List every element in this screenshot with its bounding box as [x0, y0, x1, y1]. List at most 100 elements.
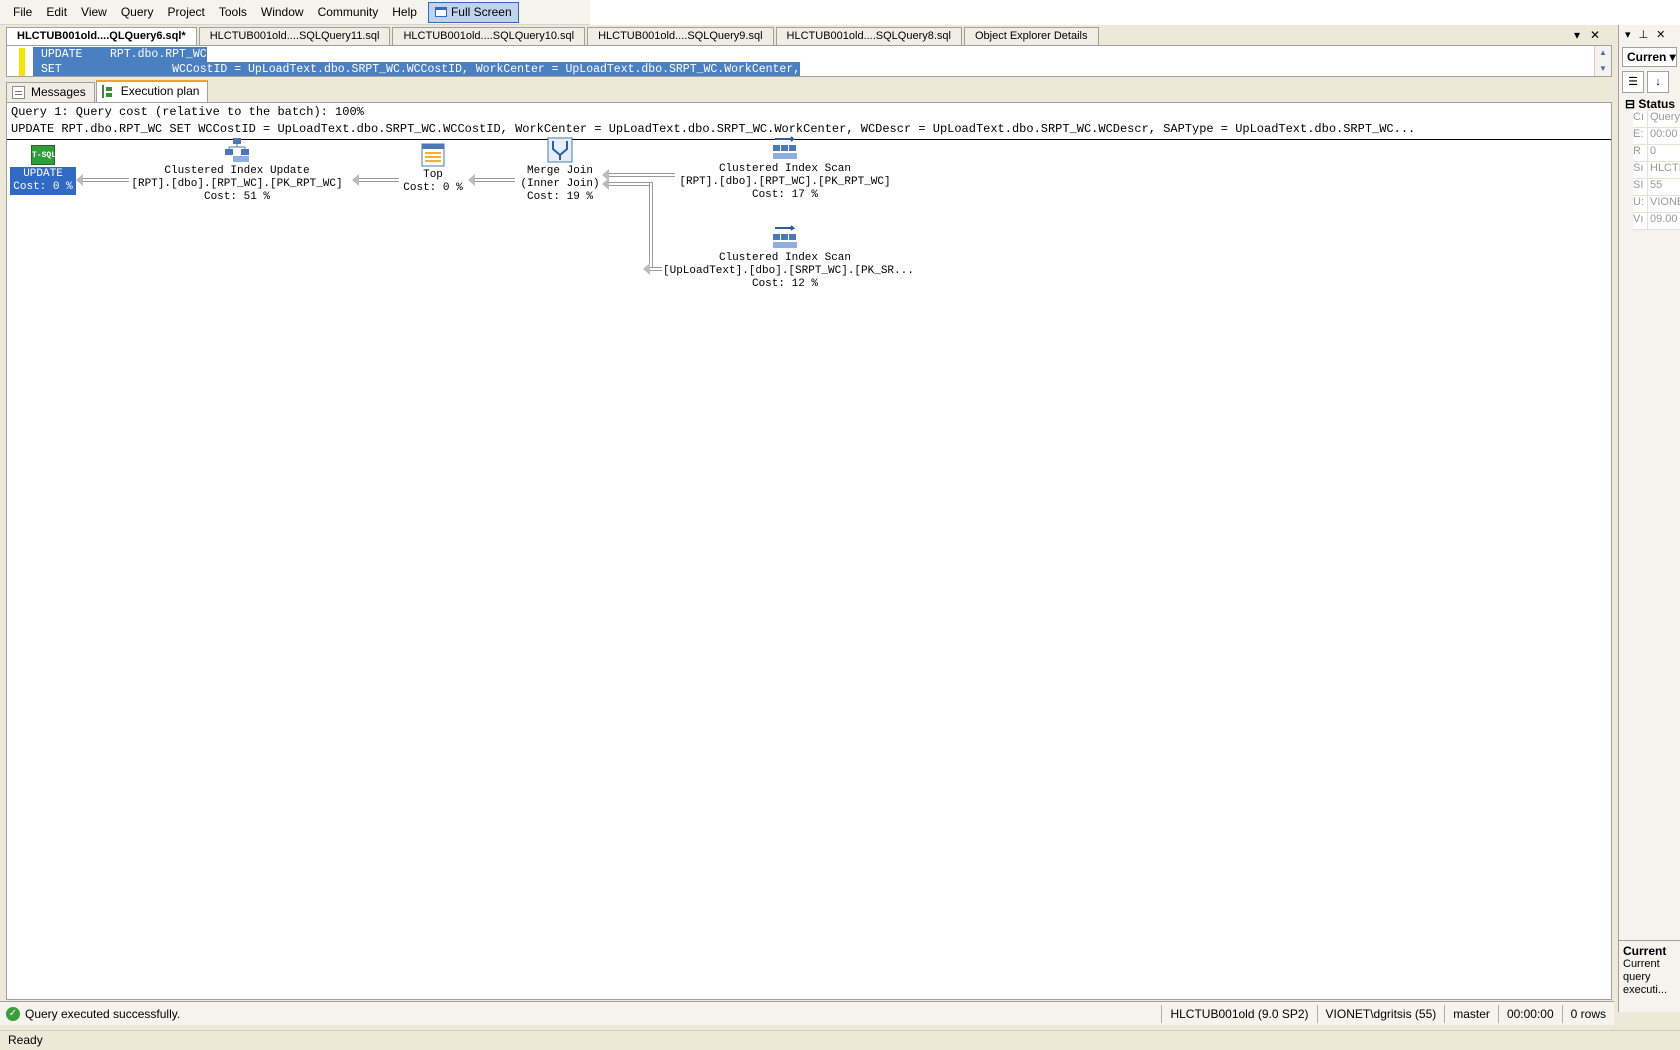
- messages-icon: [12, 86, 25, 99]
- results-tabs: Messages Execution plan: [6, 80, 209, 102]
- plan-node-clustered-index-update[interactable]: Clustered Index Update [RPT].[dbo].[RPT_…: [127, 137, 347, 204]
- update-node-name: UPDATE: [23, 168, 63, 180]
- merge-join-name: Merge Join: [526, 165, 593, 177]
- server-name: HLCTUB001old (9.0 SP2): [1161, 1004, 1316, 1023]
- doc-tab-query10[interactable]: HLCTUB001old....SQLQuery10.sql: [392, 27, 586, 45]
- plan-arrow: [602, 169, 675, 181]
- alphabetical-icon[interactable]: ↓: [1647, 71, 1669, 93]
- property-key: Sı: [1633, 162, 1647, 178]
- doc-tab-query6[interactable]: HLCTUB001old....QLQuery6.sql*: [6, 27, 197, 45]
- scroll-down-icon[interactable]: ▼: [1599, 64, 1607, 73]
- plan-arrow: [468, 174, 515, 186]
- property-value: 55: [1647, 179, 1680, 195]
- tab-messages[interactable]: Messages: [6, 82, 95, 102]
- menu-file[interactable]: File: [6, 2, 39, 22]
- plan-node-clustered-index-scan-2[interactable]: Clustered Index Scan [UpLoadText].[dbo].…: [663, 224, 914, 291]
- full-screen-button[interactable]: Full Screen: [427, 1, 519, 23]
- menu-window[interactable]: Window: [254, 2, 311, 22]
- plan-node-top[interactable]: Top Cost: 0 %: [399, 143, 467, 195]
- plan-arrow: [76, 174, 129, 186]
- ci-update-cost: Cost: 51 %: [203, 191, 270, 203]
- properties-category-label: Status: [1638, 97, 1676, 111]
- update-node-label: UPDATE Cost: 0 %: [10, 167, 76, 195]
- top-icon: [421, 143, 445, 167]
- menu-tools[interactable]: Tools: [212, 2, 254, 22]
- property-key: E:: [1633, 128, 1647, 144]
- property-row[interactable]: U:VIONE: [1633, 196, 1680, 213]
- merge-join-cost: Cost: 19 %: [526, 191, 593, 203]
- plan-node-update[interactable]: T-SQL UPDATE Cost: 0 %: [9, 145, 77, 195]
- document-tabs: HLCTUB001old....QLQuery6.sql* HLCTUB001o…: [6, 27, 1614, 45]
- property-value: 09.00: [1647, 213, 1680, 229]
- scan2-object: [UpLoadText].[dbo].[SRPT_WC].[PK_SR...: [663, 265, 914, 277]
- window-icon: [434, 7, 447, 17]
- property-key: U:: [1633, 196, 1647, 212]
- property-row[interactable]: R0: [1633, 145, 1680, 162]
- elapsed-time: 00:00:00: [1497, 1004, 1562, 1023]
- editor-scrollbar[interactable]: ▲ ▼: [1594, 46, 1611, 76]
- menu-view[interactable]: View: [74, 2, 114, 22]
- merge-join-icon: [547, 137, 573, 163]
- plan-node-clustered-index-scan-1[interactable]: Clustered Index Scan [RPT].[dbo].[RPT_WC…: [675, 135, 895, 202]
- property-row[interactable]: Sı HLCTI: [1633, 162, 1680, 179]
- properties-category[interactable]: ⊟ Status: [1619, 97, 1680, 111]
- menu-edit[interactable]: Edit: [39, 2, 74, 22]
- property-value: 0: [1647, 145, 1680, 161]
- menu-community[interactable]: Community: [311, 2, 386, 22]
- clustered-index-scan-icon: [773, 225, 797, 248]
- clustered-index-update-icon: [225, 138, 249, 162]
- ci-update-object: [RPT].[dbo].[RPT_WC].[PK_RPT_WC]: [131, 178, 343, 190]
- property-value: HLCTI: [1647, 162, 1680, 178]
- properties-panel: ▾ ⊥ ✕ Curren ▾ ☰ ↓ ⊟ Status Cı Query E: 00…: [1618, 25, 1680, 1012]
- menu-help[interactable]: Help: [385, 2, 424, 22]
- property-row[interactable]: SI 55: [1633, 179, 1680, 196]
- scan1-object: [RPT].[dbo].[RPT_WC].[PK_RPT_WC]: [679, 176, 891, 188]
- menu-query[interactable]: Query: [114, 2, 161, 22]
- query-status-bar: ✓ Query executed successfully. HLCTUB001…: [0, 1001, 1614, 1025]
- execution-plan-pane[interactable]: Query 1: Query cost (relative to the bat…: [6, 102, 1612, 1000]
- scan1-name: Clustered Index Scan: [718, 163, 852, 175]
- property-value: Query: [1647, 111, 1680, 127]
- properties-panel-header: ▾ ⊥ ✕: [1619, 25, 1680, 43]
- tab-dropdown-icon[interactable]: ▾: [1574, 28, 1580, 42]
- sql-editor[interactable]: UPDATE RPT.dbo.RPT_WC SET WCCostID = UpL…: [6, 45, 1612, 77]
- scroll-up-icon[interactable]: ▲: [1599, 48, 1607, 57]
- plan-arrow-connector: [643, 263, 662, 275]
- doc-tab-query9[interactable]: HLCTUB001old....SQLQuery9.sql: [587, 27, 774, 45]
- menu-project[interactable]: Project: [161, 2, 212, 22]
- top-cost: Cost: 0 %: [403, 182, 463, 194]
- tab-controls: ▾ ✕: [1574, 28, 1600, 42]
- property-description: Current Current query executi...: [1619, 940, 1680, 1012]
- tab-execution-plan[interactable]: Execution plan: [95, 80, 209, 102]
- doc-tab-object-explorer-details[interactable]: Object Explorer Details: [964, 27, 1099, 45]
- close-icon[interactable]: ✕: [1656, 28, 1665, 41]
- property-key: Vı: [1633, 213, 1647, 229]
- close-icon[interactable]: ✕: [1590, 28, 1600, 42]
- code-line-2: SET WCCostID = UpLoadText.dbo.SRPT_WC.WC…: [33, 62, 801, 76]
- database-name: master: [1444, 1004, 1498, 1023]
- plan-node-merge-join[interactable]: Merge Join (Inner Join) Cost: 19 %: [515, 137, 605, 204]
- tsql-icon: T-SQL: [31, 145, 56, 165]
- property-row[interactable]: E: 00:00: [1633, 128, 1680, 145]
- plan-arrow-connector: [649, 183, 653, 270]
- properties-object-selector[interactable]: Curren ▾: [1622, 47, 1677, 67]
- login-user: VIONET\dgritsis (55): [1316, 1004, 1445, 1023]
- panel-menu-icon[interactable]: ▾: [1625, 28, 1631, 41]
- categorized-icon[interactable]: ☰: [1622, 71, 1644, 93]
- menu-bar-filler: [590, 0, 1680, 25]
- top-name: Top: [423, 169, 443, 181]
- pin-icon[interactable]: ⊥: [1639, 28, 1649, 41]
- property-value: 00:00: [1647, 128, 1680, 144]
- merge-join-detail: (Inner Join): [520, 178, 600, 190]
- scan1-cost: Cost: 17 %: [751, 189, 818, 201]
- tab-messages-label: Messages: [31, 85, 86, 99]
- doc-tab-query11[interactable]: HLCTUB001old....SQLQuery11.sql: [198, 27, 391, 45]
- code-line-1: UPDATE RPT.dbo.RPT_WC: [33, 47, 207, 62]
- clustered-index-scan-icon: [773, 136, 797, 159]
- property-row[interactable]: Vı 09.00: [1633, 213, 1680, 230]
- doc-tab-query8[interactable]: HLCTUB001old....SQLQuery8.sql: [775, 27, 962, 45]
- row-count: 0 rows: [1561, 1004, 1614, 1023]
- plan-arrow: [352, 174, 399, 186]
- scan2-cost: Cost: 12 %: [751, 278, 818, 290]
- property-row[interactable]: Cı Query: [1633, 111, 1680, 128]
